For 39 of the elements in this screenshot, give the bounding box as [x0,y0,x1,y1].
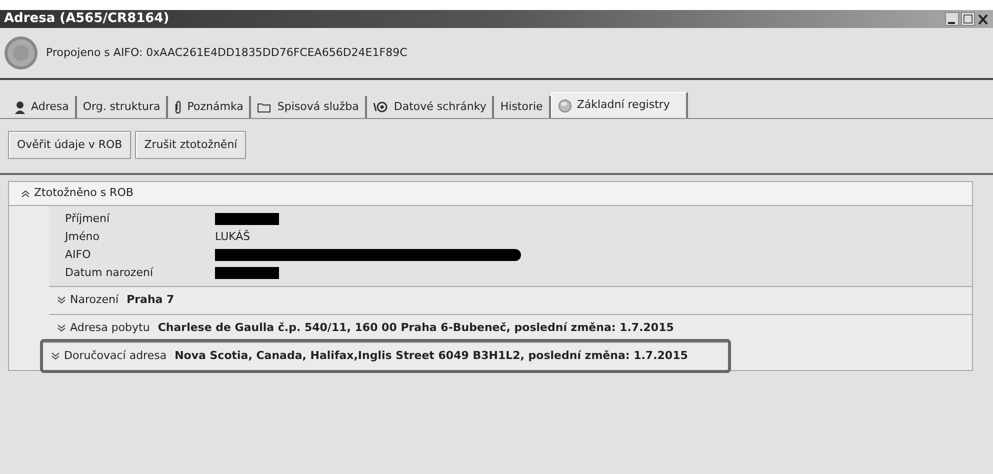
expand-icon [57,296,66,305]
tab[interactable]: Datové schránky [366,96,494,118]
tab[interactable]: Adresa [8,96,77,118]
expand-icon [57,324,66,333]
tab[interactable]: Základní registry [550,92,688,118]
tab[interactable]: Poznámka [168,96,252,118]
collapse-icon [21,189,30,198]
field-label: Příjmení [65,210,111,227]
field-value: LUKÁŠ [215,228,250,245]
tab[interactable]: Spisová služba [251,96,367,118]
globe-icon [558,98,572,112]
subsection-label: Narození [70,292,119,308]
window-title: Adresa (A565/CR8164) [4,10,170,28]
action-button[interactable]: Ověřit údaje v ROB [8,131,132,159]
subsection-label: Doručovací adresa [64,348,167,364]
section-title: Ztotožněno s ROB [34,185,134,202]
action-button[interactable]: Zrušit ztotožnění [135,131,246,159]
logo-icon [4,36,38,70]
folder-icon [257,102,272,112]
field-label: Jméno [65,228,100,245]
paperclip-icon [174,100,182,114]
tab[interactable]: Org. struktura [76,96,168,118]
field-label: AIFO [65,246,92,263]
subsection-label: Adresa pobytu [70,320,150,336]
minimize-icon[interactable] [945,12,959,26]
subsection-value: Nova Scotia, Canada, Halifax,Inglis Street 6049 B3H1L2, poslední změna: 1.7.2015 [174,348,688,364]
section-header[interactable]: Ztotožněno s ROB [9,182,972,206]
subsection-row[interactable]: Narození Praha 7 [49,286,972,314]
field-label: Datum narození [65,264,154,281]
person-icon [14,100,26,114]
expand-icon [51,352,60,361]
subsection-value: Charlese de Gaulla č.p. 540/11, 160 00 Praha 6-Bubeneč, poslední změna: 1.7.2015 [158,320,674,336]
subsection-row[interactable]: Doručovací adresa Nova Scotia, Canada, Halifax,Inglis Street 6049 B3H1L2, poslední změna: 1.7.2015 [43,342,728,370]
close-icon[interactable] [977,12,989,26]
subsection-value: Praha 7 [126,292,174,308]
at-icon [372,101,389,113]
subsection-row[interactable]: Adresa pobytu Charlese de Gaulla č.p. 540/11, 160 00 Praha 6-Bubeneč, poslední změna: 1.7.2015 [49,314,972,342]
maximize-icon[interactable] [961,12,975,26]
connection-status: Propojeno s AIFO: 0xAAC261E4DD1835DD76FCEA656D24E1F89C [46,44,408,61]
